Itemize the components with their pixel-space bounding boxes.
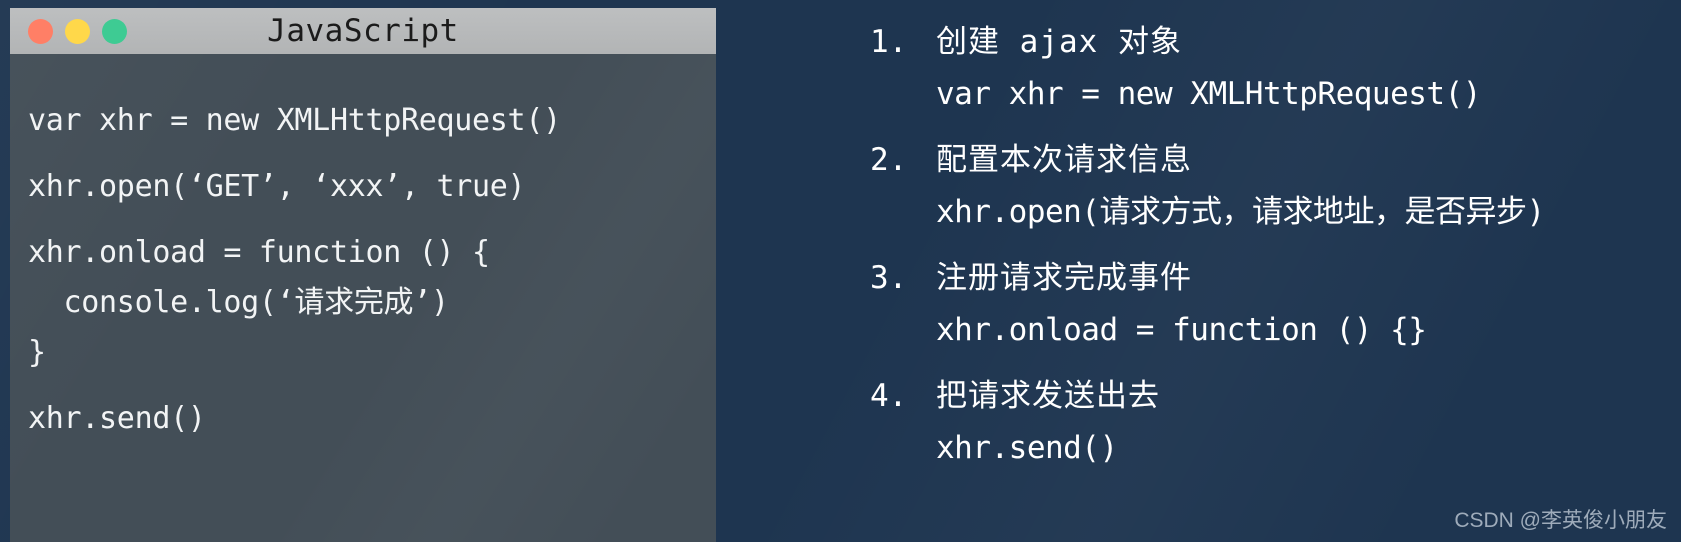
step-heading: 4. 把请求发送出去 [870,370,1670,422]
step-number: 2. [870,142,908,178]
step-code: xhr.open(请求方式，请求地址，是否异步) [936,194,1545,230]
step-code: xhr.send() [936,430,1118,466]
traffic-light-group [28,18,127,44]
close-icon[interactable] [28,18,53,44]
code-line: var xhr = new XMLHttpRequest() [28,103,561,138]
step-title: 把请求发送出去 [936,378,1160,414]
step-title: 注册请求完成事件 [936,260,1192,296]
step-heading: 3. 注册请求完成事件 [870,252,1670,304]
step-heading: 2. 配置本次请求信息 [870,134,1670,186]
step-code: xhr.onload = function () {} [936,312,1427,348]
watermark: CSDN @李英俊小朋友 [1454,509,1667,532]
list-item: 4. 把请求发送出去 xhr.send() [870,370,1670,474]
code-line: xhr.open(‘GET’, ‘xxx’, true) [28,169,526,204]
minimize-icon[interactable] [65,18,90,44]
step-heading: 1. 创建 ajax 对象 [870,16,1670,68]
code-line: } [28,335,46,370]
window-title-bar: JavaScript [10,8,716,54]
step-number: 3. [870,260,908,296]
maximize-icon[interactable] [102,18,127,44]
step-title: 配置本次请求信息 [936,142,1192,178]
code-line: xhr.onload = function () { [28,235,490,270]
step-code: var xhr = new XMLHttpRequest() [936,76,1481,112]
step-number: 1. [870,24,908,60]
code-line: console.log(‘请求完成’) [28,285,450,320]
list-item: 2. 配置本次请求信息 xhr.open(请求方式，请求地址，是否异步) [870,134,1670,238]
steps-list: 1. 创建 ajax 对象 var xhr = new XMLHttpReque… [870,16,1670,488]
list-item: 3. 注册请求完成事件 xhr.onload = function () {} [870,252,1670,356]
step-number: 4. [870,378,908,414]
code-editor-body: var xhr = new XMLHttpRequest() xhr.open(… [10,54,716,542]
code-window: JavaScript var xhr = new XMLHttpRequest(… [10,8,716,542]
list-item: 1. 创建 ajax 对象 var xhr = new XMLHttpReque… [870,16,1670,120]
code-line: xhr.send() [28,401,206,436]
step-title: 创建 ajax 对象 [936,24,1182,60]
